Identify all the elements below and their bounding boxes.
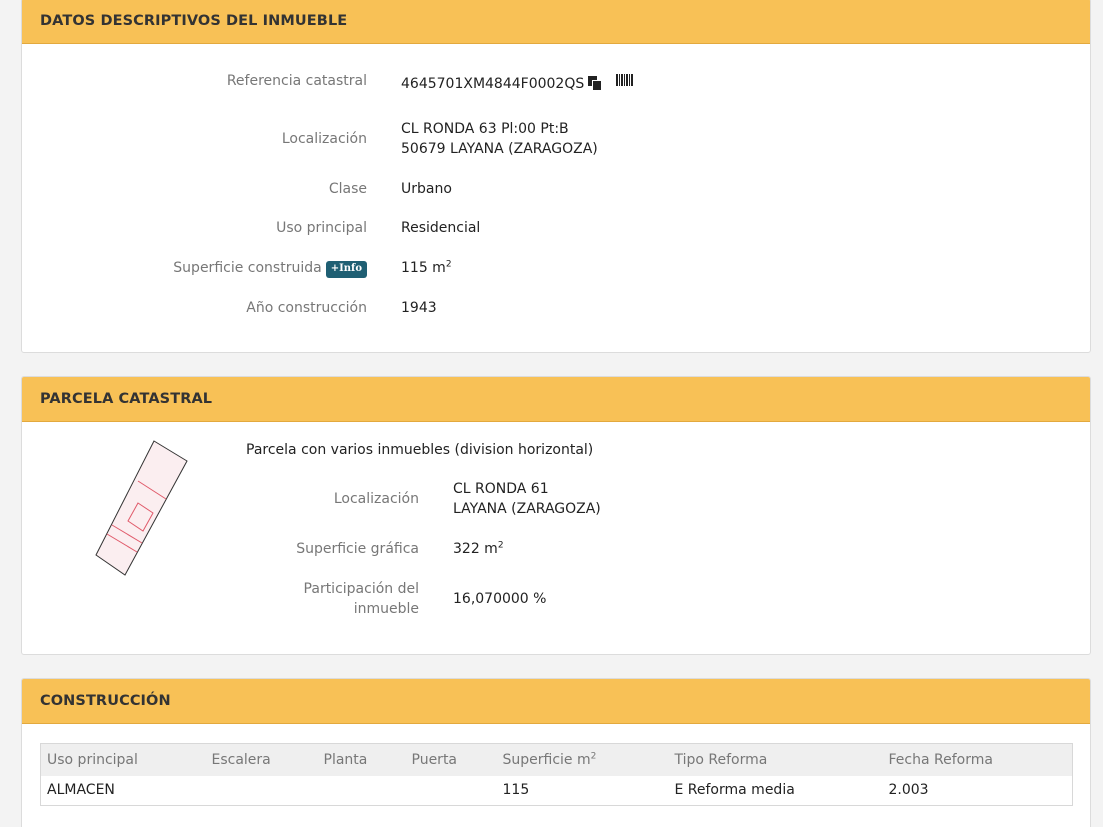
col-uso-principal: Uso principal (40, 743, 206, 776)
col-tipo-reforma: Tipo Reforma (668, 743, 883, 776)
copy-icon[interactable] (588, 76, 603, 91)
col-puerta: Puerta (405, 743, 497, 776)
parcela-catastral-panel: PARCELA CATASTRAL Parcela con varios inm… (21, 376, 1091, 655)
referencia-value: 4645701XM4844F0002QS (401, 76, 585, 92)
superficie-grafica-value-row: 322 m2 (453, 539, 504, 559)
parcela-catastral-header: PARCELA CATASTRAL (22, 377, 1090, 422)
parcela-description: Parcela con varios inmuebles (division h… (246, 442, 594, 458)
superficie-construida-label: Superficie construida (173, 260, 322, 276)
superficie-grafica-label: Superficie gráfica (296, 541, 419, 557)
datos-descriptivos-title: DATOS DESCRIPTIVOS DEL INMUEBLE (40, 13, 348, 29)
cell-planta (317, 775, 406, 806)
col-planta: Planta (317, 743, 406, 776)
construccion-panel: CONSTRUCCIÓN Uso principal Escalera Plan… (21, 678, 1091, 827)
cell-puerta (405, 775, 497, 806)
participacion-label-line1: Participación del (303, 581, 419, 597)
uso-principal-label: Uso principal (276, 220, 367, 236)
anio-construccion-label: Año construcción (246, 300, 367, 316)
referencia-value-row: 4645701XM4844F0002QS (401, 74, 603, 94)
info-button[interactable]: +Info (325, 261, 367, 278)
table-row: ALMACEN 115 E Reforma media 2.003 (40, 775, 1073, 806)
datos-descriptivos-header: DATOS DESCRIPTIVOS DEL INMUEBLE (22, 0, 1090, 44)
clase-value: Urbano (401, 181, 452, 197)
parcel-map-icon[interactable] (90, 433, 200, 583)
construccion-title: CONSTRUCCIÓN (40, 693, 171, 709)
superficie-construida-value: 115 m (401, 260, 446, 276)
parcela-localizacion-line1: CL RONDA 61 (453, 481, 549, 497)
parcela-localizacion-line2: LAYANA (ZARAGOZA) (453, 501, 601, 517)
clase-label: Clase (328, 181, 367, 197)
barcode-icon[interactable] (616, 74, 633, 86)
col-superficie-header: Superficie m2 (496, 743, 669, 776)
superficie-construida-unit-sup: 2 (445, 259, 452, 270)
superficie-construida-value-row: 115 m2 (401, 258, 452, 278)
cell-superficie: 115 (496, 775, 669, 806)
cell-escalera (205, 775, 318, 806)
parcela-catastral-title: PARCELA CATASTRAL (40, 391, 213, 407)
cell-tipo-reforma: E Reforma media (668, 775, 883, 806)
localizacion-value-line2: 50679 LAYANA (ZARAGOZA) (401, 141, 598, 157)
col-escalera: Escalera (205, 743, 318, 776)
cell-uso-principal: ALMACEN (40, 775, 206, 806)
superficie-grafica-unit-sup: 2 (497, 540, 504, 551)
participacion-label-line2: inmueble (353, 601, 419, 617)
superficie-construida-label-row: Superficie construida +Info (173, 258, 367, 278)
col-fecha-reforma: Fecha Reforma (882, 743, 1073, 776)
parcela-localizacion-label: Localización (333, 491, 419, 507)
referencia-label: Referencia catastral (226, 73, 367, 89)
participacion-value: 16,070000 % (453, 591, 547, 607)
construccion-table: Uso principal Escalera Planta Puerta Sup… (40, 743, 1073, 806)
localizacion-value-line1: CL RONDA 63 Pl:00 Pt:B (401, 121, 569, 137)
table-header-row: Uso principal Escalera Planta Puerta Sup… (40, 743, 1073, 776)
construccion-header: CONSTRUCCIÓN (22, 679, 1090, 724)
anio-construccion-value: 1943 (401, 300, 437, 316)
col-superficie-sup: 2 (590, 751, 597, 762)
localizacion-label: Localización (281, 131, 367, 147)
uso-principal-value: Residencial (401, 220, 481, 236)
cell-fecha-reforma: 2.003 (882, 775, 1073, 806)
col-superficie: Superficie m (502, 751, 591, 768)
datos-descriptivos-panel: DATOS DESCRIPTIVOS DEL INMUEBLE Referenc… (21, 0, 1091, 353)
superficie-grafica-value: 322 m (453, 541, 498, 557)
